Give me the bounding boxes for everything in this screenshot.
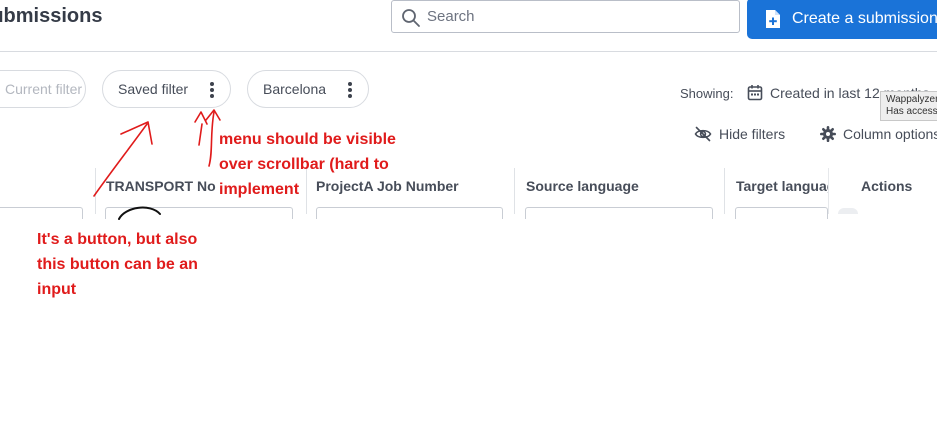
header-divider [0, 51, 937, 52]
extension-tooltip: Wappalyzer Has access [880, 91, 937, 121]
doc-plus-icon [765, 9, 781, 29]
annotation-line: implement [219, 181, 300, 198]
column-filter-input[interactable] [105, 207, 293, 219]
saved-filter-chip[interactable]: Saved filter [102, 70, 231, 108]
column-options-button[interactable]: Column options [820, 126, 937, 142]
current-filter-chip[interactable]: Current filter [0, 70, 86, 108]
kebab-icon[interactable] [209, 82, 215, 98]
hide-filters-label: Hide filters [719, 126, 786, 142]
annotation-button-note: It's a button, but also this button can … [37, 227, 198, 302]
column-options-label: Column options [843, 126, 937, 142]
annotation-line: It's a button, but also [37, 231, 198, 248]
eye-off-icon [694, 126, 712, 142]
annotation-menu-note: menu should be visible over scrollbar (h… [219, 127, 396, 202]
search-input[interactable] [427, 1, 727, 32]
hide-filters-button[interactable]: Hide filters [694, 126, 785, 142]
saved-filter-label: Saved filter [118, 81, 189, 97]
column-divider [514, 168, 515, 214]
annotation-line: menu should be visible [219, 131, 396, 148]
barcelona-filter-chip[interactable]: Barcelona [247, 70, 369, 108]
gear-icon [820, 126, 836, 142]
create-submission-label: Create a submission [792, 9, 937, 27]
column-header-target-language[interactable]: Target language [736, 178, 828, 194]
column-header-source-language[interactable]: Source language [526, 178, 639, 194]
current-filter-label: Current filter [5, 81, 83, 97]
column-divider [95, 168, 96, 214]
annotation-line: input [37, 281, 77, 298]
column-divider [724, 168, 725, 214]
calendar-icon [747, 84, 763, 106]
create-submission-button[interactable]: Create a submission [747, 0, 937, 39]
column-filter-input[interactable] [525, 207, 713, 219]
barcelona-filter-label: Barcelona [263, 81, 327, 97]
tooltip-line-2: Has access [886, 106, 937, 117]
page-title: Submissions [0, 5, 103, 27]
search-box[interactable] [391, 0, 740, 33]
search-icon [401, 8, 421, 33]
kebab-icon[interactable] [347, 82, 353, 98]
actions-placeholder [838, 208, 858, 214]
column-filter-input[interactable] [316, 207, 503, 219]
tooltip-line-1: Wappalyzer [886, 94, 937, 105]
column-filter-input[interactable] [0, 207, 83, 219]
showing-label: Showing: [680, 86, 734, 101]
actions-label: Actions [861, 178, 913, 194]
annotation-line: over scrollbar (hard to [219, 156, 389, 173]
column-filter-input[interactable] [735, 207, 828, 219]
column-header-transport-no[interactable]: TRANSPORT No [106, 178, 216, 194]
annotation-line: this button can be an [37, 256, 198, 273]
